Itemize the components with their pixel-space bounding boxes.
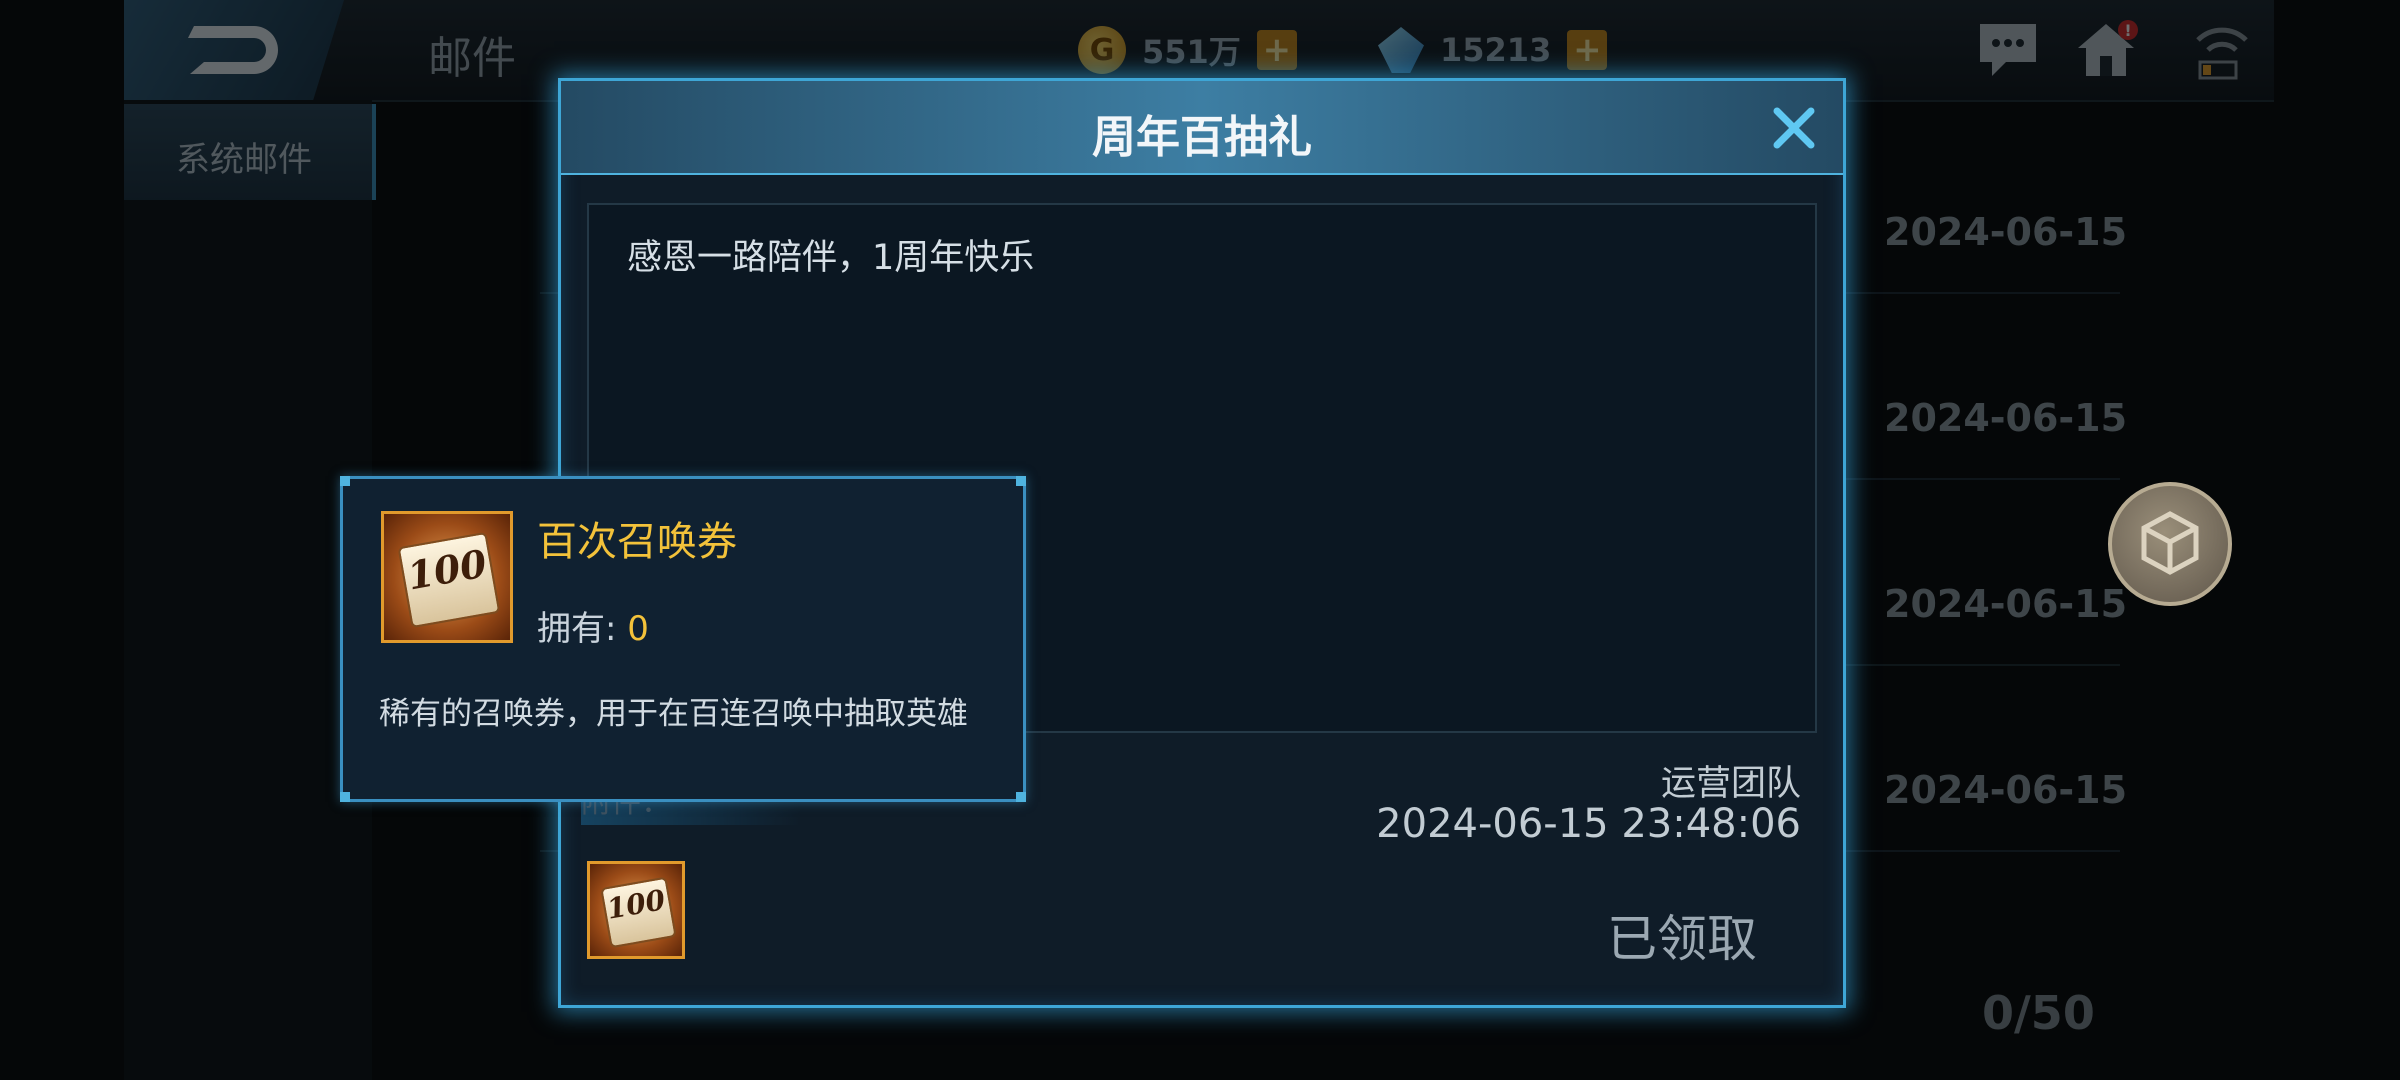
claim-status: 已领取: [1607, 910, 1757, 968]
item-tooltip: 100 百次召唤券 拥有: 0 稀有的召唤券，用于在百连召唤中抽取英雄: [340, 476, 1026, 802]
mail-date: 2024-06-15: [1884, 582, 2128, 626]
add-gem-button[interactable]: +: [1567, 30, 1608, 70]
back-arrow-icon: [188, 26, 278, 74]
summon-ticket-icon: 100: [384, 514, 510, 640]
mail-date: 2024-06-15: [1884, 768, 2128, 812]
item-description: 稀有的召唤券，用于在百连召唤中抽取英雄: [379, 696, 968, 732]
attachment-item-summon-ticket[interactable]: 100: [587, 861, 685, 959]
dialog-header: 周年百抽礼: [561, 81, 1843, 175]
sent-timestamp: 2024-06-15 23:48:06: [1376, 801, 1801, 847]
tab-system-mail[interactable]: 系统邮件: [124, 104, 376, 200]
owned-value: 0: [627, 609, 649, 649]
item-name: 百次召唤券: [537, 519, 737, 565]
back-button[interactable]: [124, 0, 344, 100]
mail-category-panel: [124, 100, 372, 1080]
chat-icon[interactable]: [1976, 18, 2040, 82]
owned-label: 拥有:: [537, 609, 628, 649]
sender-name: 运营团队: [1660, 764, 1801, 804]
summon-ticket-icon: 100: [590, 864, 682, 956]
floating-cube-button[interactable]: [2108, 482, 2232, 606]
gem-icon: [1378, 27, 1424, 73]
gold-counter: G 551万 +: [1078, 26, 1297, 74]
mail-date: 2024-06-15: [1884, 396, 2128, 440]
dialog-title: 周年百抽礼: [1092, 112, 1312, 163]
page-title: 邮件: [428, 33, 516, 84]
gem-counter: 15213 +: [1378, 26, 1608, 74]
tooltip-item-icon: 100: [381, 511, 513, 643]
item-owned: 拥有: 0: [537, 601, 649, 650]
gold-coin-icon: G: [1078, 26, 1126, 74]
home-alert-mark: !: [2124, 21, 2131, 40]
mail-count: 0/50: [1982, 986, 2095, 1040]
tab-system-mail-label: 系统邮件: [176, 140, 312, 180]
message-text: 感恩一路陪伴，1周年快乐: [627, 238, 1035, 278]
close-icon[interactable]: [1771, 105, 1817, 151]
mail-date: 2024-06-15: [1884, 210, 2128, 254]
wifi-battery-icon: [2196, 27, 2248, 80]
gem-amount: 15213: [1440, 31, 1552, 69]
gold-amount: 551万: [1142, 33, 1241, 71]
home-icon[interactable]: !: [2074, 18, 2138, 82]
add-gold-button[interactable]: +: [1256, 30, 1297, 70]
cube-icon: [2141, 511, 2199, 575]
